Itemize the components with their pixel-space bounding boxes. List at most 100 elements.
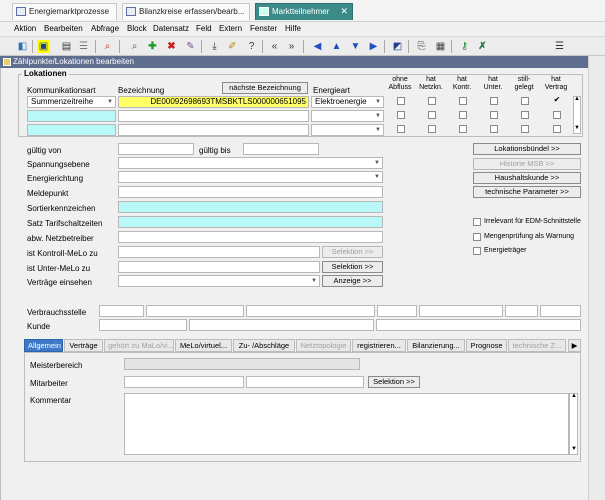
close-icon[interactable]: ✕ [340,4,348,19]
kunde-field-2[interactable] [189,319,374,331]
tab-prognose[interactable]: Prognose [466,339,507,352]
checkbox-row2-6[interactable] [553,111,561,119]
kunde-field-1[interactable] [99,319,187,331]
kommunikationsart-row3[interactable] [27,124,116,136]
verbrauchsstelle-field-2[interactable] [146,305,244,317]
locations-scrollbar[interactable]: ▲ ▼ [573,96,581,134]
scroll-up-icon[interactable]: ▲ [574,96,580,102]
lokationsbuendel-button[interactable]: Lokationsbündel >> [473,143,581,155]
meisterbereich-field[interactable] [124,358,360,370]
checkbox-stillgelegt[interactable] [521,97,529,105]
menu-bearbeiten[interactable]: Bearbeiten [44,24,83,33]
print-icon[interactable]: ▤ [60,40,73,53]
query-icon[interactable]: ⌕ [101,40,114,53]
kunde-field-3[interactable] [376,319,581,331]
irrelevant-edm-checkbox[interactable] [473,218,481,226]
ist-kontroll-melo-field[interactable] [118,246,320,258]
checkbox-row2-1[interactable] [397,111,405,119]
verbrauchsstelle-field-1[interactable] [99,305,144,317]
download-icon[interactable]: ⤓ [208,40,221,53]
verbrauchsstelle-field-3[interactable] [246,305,375,317]
menu-hilfe[interactable]: Hilfe [285,24,301,33]
checkbox-row3-4[interactable] [490,125,498,133]
commit-icon[interactable]: ◧ [16,40,29,53]
checkbox-row3-6[interactable] [553,125,561,133]
tab-bilanzkreise[interactable]: Bilanzkreise erfassen/bearb... [122,3,250,20]
kommunikationsart-row2[interactable] [27,110,116,122]
sortierkennzeichen-field[interactable] [118,201,383,213]
menu-abfrage[interactable]: Abfrage [91,24,119,33]
selektion-unter-button[interactable]: Selektion >> [322,261,383,273]
anzeige-button[interactable]: Anzeige >> [322,275,383,287]
checkbox-row2-5[interactable] [521,111,529,119]
vertical-scrollbar[interactable] [588,56,605,500]
energierichtung-select[interactable]: ▼ [118,171,383,183]
help-icon[interactable]: ? [245,40,258,53]
first-record-icon[interactable]: « [268,40,281,53]
mengenpruefung-checkbox[interactable] [473,233,481,241]
abw-netzbetreiber-field[interactable] [118,231,383,243]
scroll-up-icon[interactable]: ▲ [571,393,577,399]
arrow-down-icon[interactable]: ▼ [349,40,362,53]
checkbox-row2-4[interactable] [490,111,498,119]
selektion-kontroll-button[interactable]: Selektion >> [322,246,383,258]
list-icon[interactable]: ☰ [77,40,90,53]
verbrauchsstelle-field-5[interactable] [419,305,503,317]
checkbox-row2-2[interactable] [428,111,436,119]
kommentar-textarea[interactable] [124,393,569,455]
verbrauchsstelle-field-6[interactable] [505,305,538,317]
arrow-up-icon[interactable]: ▲ [330,40,343,53]
last-record-icon[interactable]: » [285,40,298,53]
checkbox-row3-1[interactable] [397,125,405,133]
tab-allgemein[interactable]: Allgemein [24,339,63,352]
checkbox-hat-netzkn[interactable] [428,97,436,105]
document-icon[interactable]: ▦ [434,40,447,53]
tab-scroll-right[interactable]: ▶ [568,339,581,352]
bezeichnung-row3[interactable] [118,124,309,136]
tab-melo-virtuel[interactable]: MeLo/virtuel... [175,339,232,352]
tab-zu-abschlaege[interactable]: Zu- /Abschläge [233,339,295,352]
arrow-left-icon[interactable]: ◀ [311,40,324,53]
satz-tarifschaltzeiten-field[interactable] [118,216,383,228]
bezeichnung-row2[interactable] [118,110,309,122]
tab-technische-z[interactable]: technische Z... [508,339,566,352]
menu-datensatz[interactable]: Datensatz [153,24,189,33]
excel-icon[interactable]: ✗ [476,40,489,53]
verbrauchsstelle-field-4[interactable] [377,305,417,317]
menu-feld[interactable]: Feld [196,24,212,33]
menu-list-icon[interactable]: ☰ [553,40,566,53]
technische-parameter-button[interactable]: technische Parameter >> [473,186,581,198]
bezeichnung-field[interactable]: DE00092698693TMSBKTLS000000651095 [118,96,309,108]
insert-record-icon[interactable]: ✚ [146,40,159,53]
clear-icon[interactable]: ✎ [184,40,197,53]
save-icon[interactable]: ▣ [37,40,50,53]
checkbox-ohne-abfluss[interactable] [397,97,405,105]
next-designation-button[interactable]: nächste Bezeichnung [222,82,308,94]
checkbox-hat-vertrag[interactable]: ✔ [553,96,561,105]
key-icon[interactable]: ⚷ [458,40,471,53]
energieart-select[interactable]: Elektroenergie ▼ [311,96,384,108]
tab-gehoert-zu-malo[interactable]: gehört zu MaLo/vi... [104,339,174,352]
tab-energiemarktprozesse[interactable]: Energiemarktprozesse [12,3,117,20]
tab-vertraege[interactable]: Verträge [64,339,103,352]
ist-unter-melo-field[interactable] [118,261,320,273]
energieart-row2[interactable]: ▼ [311,110,384,122]
tab-netztopologie[interactable]: Netztopologie [296,339,351,352]
checkbox-hat-unter[interactable] [490,97,498,105]
checkbox-row3-2[interactable] [428,125,436,133]
kommunikationsart-select[interactable]: Summenzeitreihe ▼ [27,96,116,108]
vertraege-select[interactable]: ▼ [118,275,320,287]
menu-aktion[interactable]: Aktion [14,24,36,33]
delete-record-icon[interactable]: ✖ [165,40,178,53]
tab-bilanzierung[interactable]: Bilanzierung... [407,339,465,352]
checkbox-row3-5[interactable] [521,125,529,133]
menu-block[interactable]: Block [127,24,147,33]
checkbox-row2-3[interactable] [459,111,467,119]
attach-icon[interactable]: ⎘ [415,40,428,53]
checkbox-row3-3[interactable] [459,125,467,133]
kommentar-scrollbar[interactable]: ▲ ▼ [569,393,578,455]
scroll-down-icon[interactable]: ▼ [574,125,580,131]
historie-msb-button[interactable]: Historie MSB >> [473,158,581,170]
mitarbeiter-field-1[interactable] [124,376,244,388]
menu-extern[interactable]: Extern [219,24,242,33]
